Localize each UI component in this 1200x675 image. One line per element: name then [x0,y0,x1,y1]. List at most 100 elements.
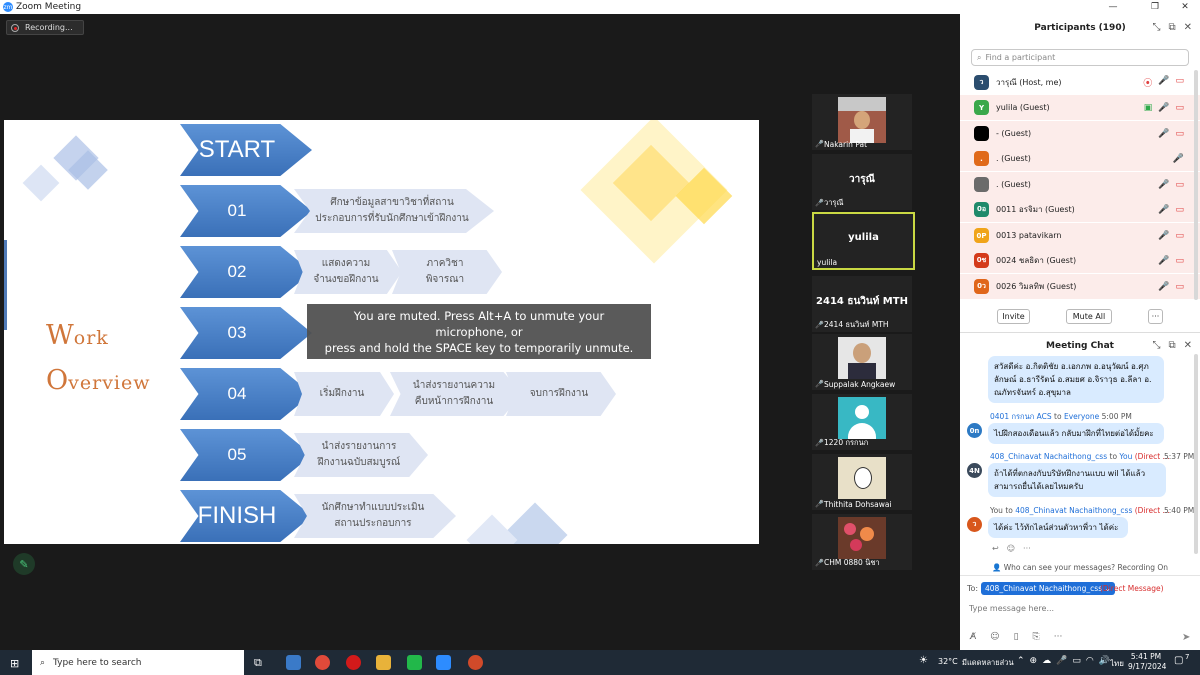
screenshot-icon[interactable]: ⎘ [1033,632,1040,642]
chat-message-input[interactable]: Type message here... [969,604,1054,613]
participant-name: 0011 อรจิมา (Guest) [996,205,1075,214]
cloud-icon[interactable]: ☁ [1042,656,1051,666]
task-view-icon[interactable]: ⧉ [254,656,262,670]
mic-muted-icon: 🎤 [1172,153,1184,164]
file-icon[interactable]: ▯ [1014,632,1019,642]
network-icon[interactable]: ⊕ [1030,656,1038,666]
chat-line: สามารถยื่นได้เลยไหมครับ [994,482,1084,491]
mic-icon[interactable]: 🎤 [1056,656,1067,666]
taskbar-search-input[interactable]: ⌕ Type here to search [32,650,244,675]
work-overview-title: Work Overview [46,320,151,396]
participant-row[interactable]: . . (Guest) 🎤 [960,146,1200,171]
windows-start-icon[interactable]: ⊞ [10,657,19,670]
collapse-icon[interactable]: ⤡ [1152,22,1160,33]
flower-shape [860,527,874,541]
send-icon[interactable]: ➤ [1182,632,1190,643]
step-finish: FINISH [180,490,312,542]
chat-scrollbar[interactable] [1194,354,1198,554]
time: 5:00 PM [1101,412,1132,421]
participant-row[interactable]: 0อ 0011 อรจิมา (Guest) 🎤 ▭ [960,197,1200,222]
mic-muted-icon: 🎤 [815,198,824,207]
participant-row[interactable]: 0P 0013 patavikarn 🎤 ▭ [960,223,1200,248]
maximize-button[interactable]: ❐ [1140,0,1170,14]
chat-bubble: ไปฝึกสองเดือนแล้ว กลับมาฝึกที่ไทยต่อได้ม… [988,423,1164,444]
wifi-icon[interactable]: ◠ [1086,656,1094,666]
collapse-icon[interactable]: ⤡ [1152,340,1160,351]
title-word: ork [73,327,109,349]
close-panel-icon[interactable]: ✕ [1184,340,1192,351]
weather-icon[interactable]: ☀ [919,655,928,666]
video-tile[interactable]: 🎤 Nakarin Pat [812,94,912,150]
recording-indicator[interactable]: Recording... [6,20,84,35]
mic-muted-icon: 🎤 [815,500,824,508]
line-icon[interactable] [407,655,422,670]
language-indicator[interactable]: ไทย [1110,657,1124,670]
participant-row[interactable]: 0ช 0024 ชลธิดา (Guest) 🎤 ▭ [960,248,1200,273]
time: 5:40 PM [1164,506,1195,515]
video-off-icon: ▭ [1175,76,1184,86]
file-explorer-blue-icon[interactable] [286,655,301,670]
taskbar: ⊞ ⌕ Type here to search ⧉ ☀ 32°C มีแดดหล… [0,650,1200,675]
more-options-button[interactable]: ··· [1148,309,1163,324]
annotate-pencil-icon[interactable]: ✎ [13,553,35,575]
video-tile[interactable]: 🎤 1220 กรกนก [812,394,912,450]
emoji-icon[interactable]: ☺ [1007,544,1015,553]
mute-all-button[interactable]: Mute All [1066,309,1112,324]
reply-icon[interactable]: ↩ [992,544,999,553]
video-tile[interactable]: วารุณี 🎤 วารุณี [812,154,912,210]
visibility-notice[interactable]: 👤 Who can see your messages? Recording O… [960,563,1200,572]
video-tile-active-speaker[interactable]: yulila yulila [812,212,915,270]
participants-scrollbar[interactable] [1194,70,1198,300]
minimize-button[interactable]: — [1098,0,1128,14]
avatar [974,177,989,192]
avatar: 0P [974,228,989,243]
emoji-icon[interactable]: ☺ [990,632,999,642]
tile-name-text: 1220 กรกนก [824,438,869,447]
more-icon[interactable]: ··· [1054,632,1063,642]
tile-name: 🎤 Suppalak Angkaew [815,380,895,389]
participant-row[interactable]: 0ว 0026 วิมลทิพ (Guest) 🎤 ▭ [960,274,1200,299]
participant-row[interactable]: Y yulila (Guest) ▣ 🎤 ▭ [960,95,1200,120]
tile-name-text: CHM 0880 นิชา [824,558,880,567]
file-explorer-icon[interactable] [376,655,391,670]
video-tile[interactable]: 2414 ธนวินท์ MTH 🎤 2414 ธนวินท์ MTH [812,276,912,332]
sender: 408_Chinavat Nachaithong_css [990,452,1108,461]
participant-name: 0026 วิมลทิพ (Guest) [996,282,1077,291]
notification-icon[interactable]: ▢ [1174,655,1183,666]
flower-shape [844,523,856,535]
mic-muted-icon: 🎤 [1158,179,1170,190]
person-icon: 👤 [991,563,1002,572]
video-tile[interactable]: 🎤 Suppalak Angkaew [812,334,912,390]
deco-diamond [22,164,60,202]
video-tile[interactable]: 🎤 CHM 0880 นิชา [812,514,912,570]
popout-icon[interactable]: ⧉ [1168,340,1175,351]
invite-button[interactable]: Invite [997,309,1030,324]
avatar: ว [974,75,989,90]
chevron-up-icon[interactable]: ⌃ [1017,656,1025,666]
participant-search-input[interactable]: ⌕ Find a participant [971,49,1189,66]
recipient-dropdown[interactable]: 408_Chinavat Nachaithong_css ⌄ [981,582,1115,595]
sender: 0401 กรกนก ACS [990,412,1052,421]
tile-name-text: yulila [817,258,838,267]
battery-icon[interactable]: ▭ [1072,656,1081,666]
more-icon[interactable]: ··· [1023,544,1031,553]
powerpoint-icon[interactable] [468,655,483,670]
participant-row[interactable]: . (Guest) 🎤 ▭ [960,172,1200,197]
format-icon[interactable]: A̸ [970,632,976,642]
participant-row[interactable]: ว วารุณี (Host, me) ⦿ 🎤 ▭ [960,70,1200,95]
volume-icon[interactable]: 🔊 [1099,656,1110,666]
popout-icon[interactable]: ⧉ [1168,22,1175,33]
video-tile[interactable]: 🎤 Thithita Dohsawai [812,454,912,510]
weather-text: มีแดดหลายส่วน [962,658,1014,667]
participant-status-icons: 🎤 [1173,154,1184,164]
zoom-taskbar-icon[interactable] [436,655,451,670]
close-panel-icon[interactable]: ✕ [1184,22,1192,33]
chrome-icon[interactable] [315,655,330,670]
step-05-desc: นำส่งรายงานการ ฝึกงานฉบับสมบูรณ์ [294,433,428,477]
participant-row[interactable]: - (Guest) 🎤 ▭ [960,121,1200,146]
clock[interactable]: 5:41 PM 9/17/2024 [1128,652,1166,672]
close-button[interactable]: ✕ [1170,0,1200,14]
recipient: 408_Chinavat Nachaithong_css [1015,506,1133,515]
tile-name: 🎤 1220 กรกนก [815,437,868,449]
opera-icon[interactable] [346,655,361,670]
